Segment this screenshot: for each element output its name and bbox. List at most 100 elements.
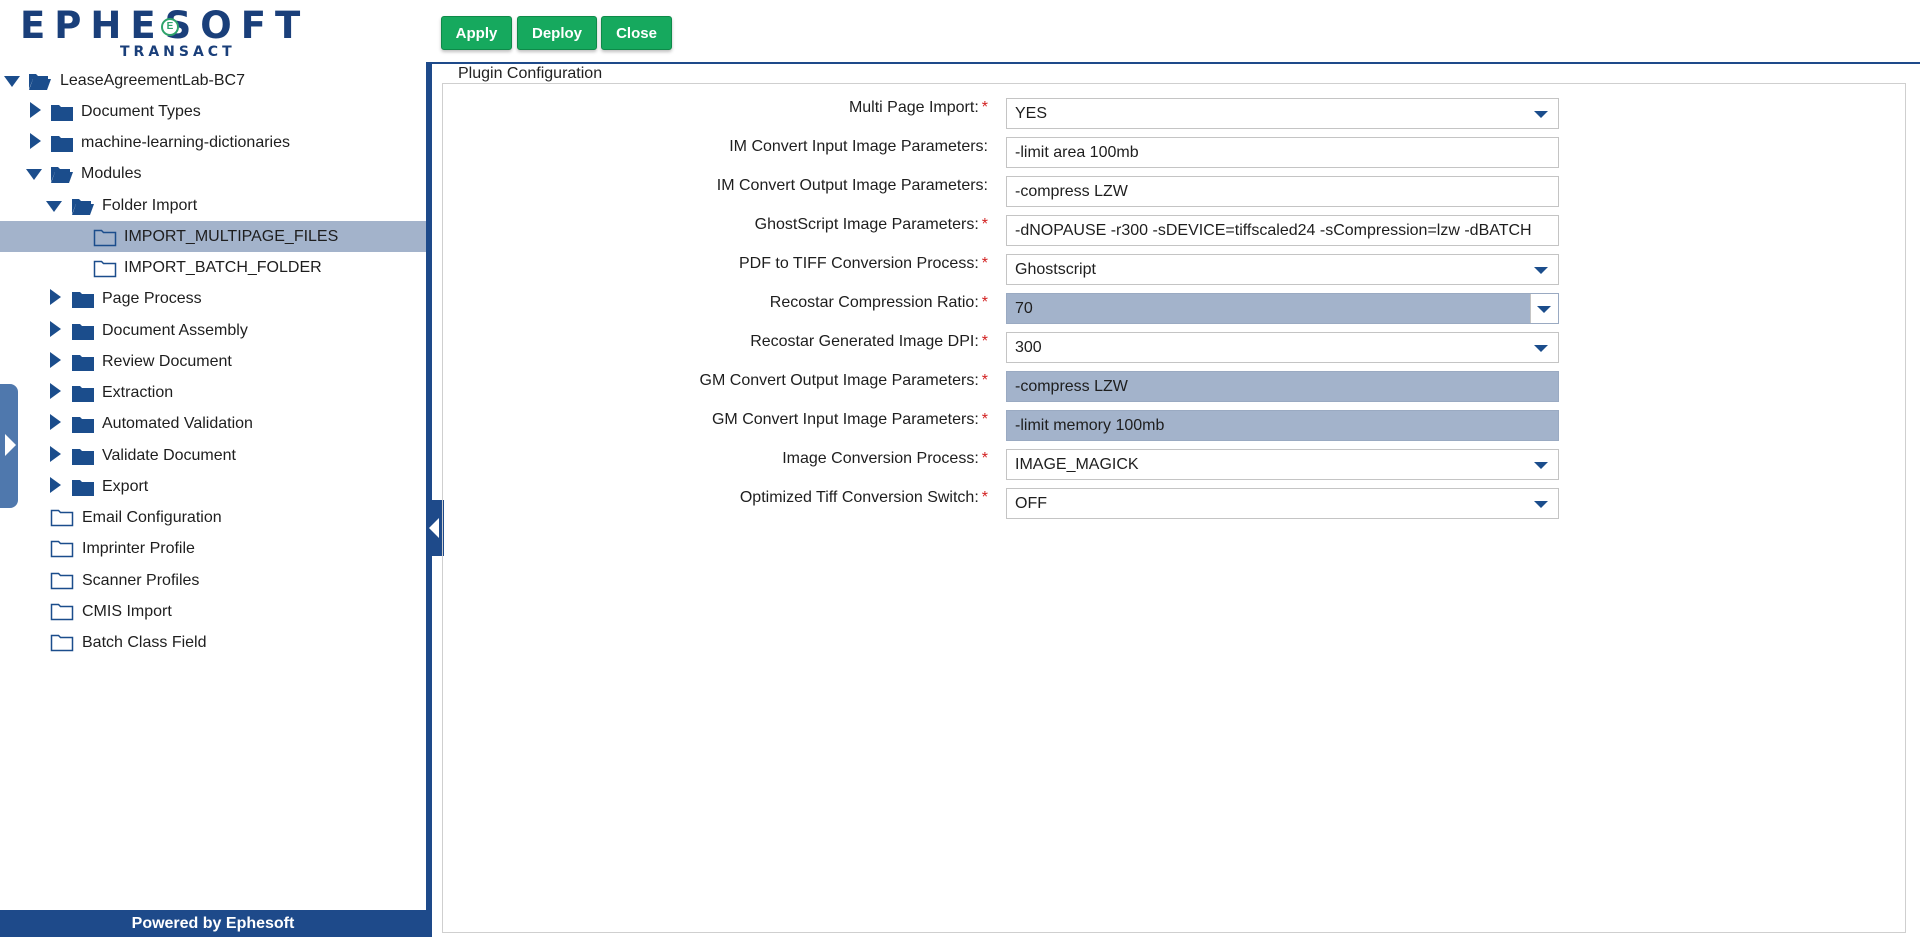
apply-button[interactable]: Apply bbox=[441, 16, 512, 50]
close-button[interactable]: Close bbox=[601, 16, 672, 50]
folder-icon bbox=[72, 480, 94, 496]
caret-down-icon[interactable] bbox=[46, 199, 62, 213]
tree-item-label: Document Assembly bbox=[102, 321, 248, 339]
recostar-dpi-label: Recostar Generated Image DPI: * bbox=[750, 333, 988, 350]
im-convert-output-field[interactable]: -compress LZW bbox=[1006, 176, 1559, 207]
folder-outline-icon bbox=[50, 572, 74, 590]
chevron-down-icon[interactable] bbox=[1534, 462, 1548, 469]
caret-right-icon[interactable] bbox=[48, 289, 62, 305]
toolbar-divider bbox=[432, 62, 1920, 64]
tree-item-page-process[interactable]: Page Process bbox=[0, 283, 426, 314]
open-folder-icon bbox=[51, 167, 73, 183]
logo-product-text: TRANSACT bbox=[120, 44, 236, 60]
tree-item-scanner-profiles[interactable]: Scanner Profiles bbox=[0, 565, 426, 596]
tree-item-label: IMPORT_MULTIPAGE_FILES bbox=[124, 227, 339, 245]
folder-outline-icon bbox=[50, 540, 74, 558]
tree-item-label: Batch Class Field bbox=[82, 633, 207, 651]
required-marker: * bbox=[981, 333, 988, 350]
caret-right-icon[interactable] bbox=[48, 414, 62, 430]
ghostscript-params-field[interactable]: -dNOPAUSE -r300 -sDEVICE=tiffscaled24 -s… bbox=[1006, 215, 1559, 246]
expand-side-panel-button[interactable] bbox=[0, 384, 18, 508]
plugin-configuration-legend: Plugin Configuration bbox=[454, 65, 607, 83]
tree-item-label: Email Configuration bbox=[82, 508, 222, 526]
chevron-down-icon[interactable] bbox=[1534, 345, 1548, 352]
folder-icon bbox=[51, 105, 73, 121]
tree-item-document-types[interactable]: Document Types bbox=[0, 96, 426, 127]
tree-item-extraction[interactable]: Extraction bbox=[0, 377, 426, 408]
chevron-down-icon[interactable] bbox=[1534, 267, 1548, 274]
folder-icon bbox=[51, 136, 73, 152]
required-marker: * bbox=[981, 255, 988, 272]
tree-item-label: Scanner Profiles bbox=[82, 571, 200, 589]
folder-icon bbox=[72, 386, 94, 402]
image-conversion-select[interactable]: IMAGE_MAGICK bbox=[1006, 449, 1559, 480]
ghostscript-params-label: GhostScript Image Parameters: * bbox=[754, 216, 988, 233]
caret-right-icon bbox=[5, 434, 16, 456]
tree-item-folder-import[interactable]: Folder Import bbox=[0, 190, 426, 221]
open-folder-icon bbox=[72, 199, 94, 215]
tree-item-import-multipage-files[interactable]: IMPORT_MULTIPAGE_FILES bbox=[0, 221, 426, 252]
tree-item-label: Document Types bbox=[81, 102, 201, 120]
caret-right-icon[interactable] bbox=[48, 352, 62, 368]
tree-item-ml-dictionaries[interactable]: machine-learning-dictionaries bbox=[0, 127, 426, 158]
image-conversion-label: Image Conversion Process: * bbox=[782, 450, 988, 467]
tree-item-review-document[interactable]: Review Document bbox=[0, 346, 426, 377]
chevron-down-icon bbox=[1537, 306, 1551, 313]
recostar-compression-combobox[interactable]: 70 bbox=[1006, 293, 1559, 324]
caret-down-icon[interactable] bbox=[4, 74, 20, 88]
tree-item-document-assembly[interactable]: Document Assembly bbox=[0, 315, 426, 346]
tree-item-batch-class-field[interactable]: Batch Class Field bbox=[0, 627, 426, 658]
ephesoft-logo: EPHESOFT E TRANSACT bbox=[20, 6, 300, 61]
tree-item-label: Extraction bbox=[102, 383, 174, 401]
caret-down-icon[interactable] bbox=[26, 167, 42, 181]
required-marker: * bbox=[981, 372, 988, 389]
tree-item-root[interactable]: LeaseAgreementLab-BC7 bbox=[0, 65, 426, 96]
im-convert-input-label: IM Convert Input Image Parameters: bbox=[729, 138, 988, 155]
caret-right-icon[interactable] bbox=[28, 102, 42, 118]
caret-right-icon[interactable] bbox=[48, 477, 62, 493]
multi-page-import-label: Multi Page Import: * bbox=[848, 99, 988, 116]
tree-item-export[interactable]: Export bbox=[0, 471, 426, 502]
im-convert-input-field[interactable]: -limit area 100mb bbox=[1006, 137, 1559, 168]
tree-item-validate-document[interactable]: Validate Document bbox=[0, 440, 426, 471]
tree-item-label: IMPORT_BATCH_FOLDER bbox=[124, 258, 322, 276]
tree-item-label: Imprinter Profile bbox=[82, 539, 195, 557]
recostar-compression-label: Recostar Compression Ratio: * bbox=[769, 294, 988, 311]
caret-left-icon bbox=[429, 518, 439, 538]
required-marker: * bbox=[981, 99, 988, 116]
required-marker: * bbox=[981, 216, 988, 233]
tree-item-cmis-import[interactable]: CMIS Import bbox=[0, 596, 426, 627]
tree-item-modules[interactable]: Modules bbox=[0, 158, 426, 189]
caret-right-icon[interactable] bbox=[48, 321, 62, 337]
required-marker: * bbox=[981, 411, 988, 428]
required-marker: * bbox=[981, 489, 988, 506]
required-marker: * bbox=[981, 294, 988, 311]
deploy-button[interactable]: Deploy bbox=[517, 16, 597, 50]
caret-right-icon[interactable] bbox=[48, 446, 62, 462]
open-folder-icon bbox=[29, 74, 51, 90]
tree-item-automated-validation[interactable]: Automated Validation bbox=[0, 408, 426, 439]
caret-right-icon[interactable] bbox=[28, 133, 42, 149]
required-marker: * bbox=[981, 450, 988, 467]
tree-item-label: Folder Import bbox=[102, 196, 198, 214]
optimized-tiff-select[interactable]: OFF bbox=[1006, 488, 1559, 519]
folder-icon bbox=[72, 355, 94, 371]
gm-convert-input-field[interactable]: -limit memory 100mb bbox=[1006, 410, 1559, 441]
chevron-down-icon[interactable] bbox=[1534, 111, 1548, 118]
tree-item-import-batch-folder[interactable]: IMPORT_BATCH_FOLDER bbox=[0, 252, 426, 283]
chevron-down-icon[interactable] bbox=[1534, 501, 1548, 508]
folder-icon bbox=[72, 417, 94, 433]
gm-convert-output-field[interactable]: -compress LZW bbox=[1006, 371, 1559, 402]
tree-item-imprinter-profile[interactable]: Imprinter Profile bbox=[0, 533, 426, 564]
logo-badge-icon: E bbox=[161, 18, 179, 36]
folder-outline-icon bbox=[50, 509, 74, 527]
folder-outline-icon bbox=[50, 603, 74, 621]
recostar-dpi-select[interactable]: 300 bbox=[1006, 332, 1559, 363]
tree-item-label: CMIS Import bbox=[82, 602, 172, 620]
tree-item-email-configuration[interactable]: Email Configuration bbox=[0, 502, 426, 533]
tree-item-label: Modules bbox=[81, 164, 142, 182]
multi-page-import-select[interactable]: YES bbox=[1006, 98, 1559, 129]
dropdown-toggle[interactable] bbox=[1530, 294, 1558, 323]
caret-right-icon[interactable] bbox=[48, 383, 62, 399]
pdf-to-tiff-select[interactable]: Ghostscript bbox=[1006, 254, 1559, 285]
